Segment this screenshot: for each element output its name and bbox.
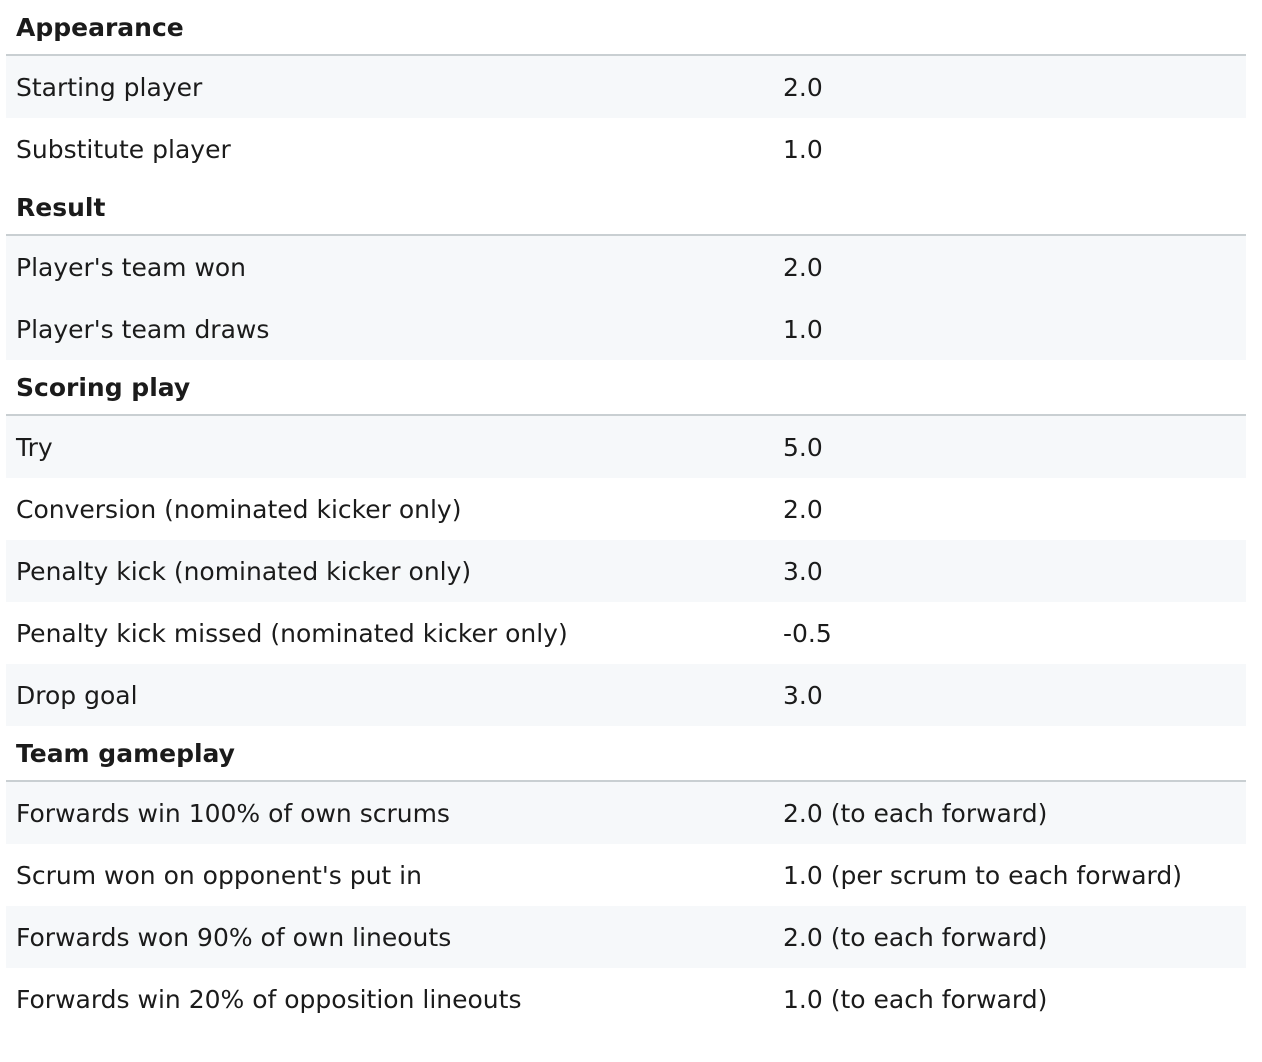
row-points: 1.0	[783, 134, 823, 164]
row-points: -0.5	[783, 618, 832, 648]
table-row: Forwards win 20% of opposition lineouts …	[6, 968, 1246, 1030]
row-label: Starting player	[6, 55, 783, 118]
row-points: 5.0	[783, 415, 1246, 478]
row-label: Forwards win 100% of own scrums	[6, 781, 783, 844]
section-header-team-gameplay: Team gameplay	[6, 726, 1246, 782]
section-header-result: Result	[6, 180, 1246, 236]
row-points: 1.0 (to each forward)	[783, 984, 1048, 1014]
row-points: 2.0	[783, 235, 1246, 298]
table-row: Conversion (nominated kicker only) 2.0	[6, 478, 1246, 540]
row-label: Player's team won	[6, 235, 783, 298]
row-points: 3.0	[783, 540, 1246, 602]
table-row: Forwards win 100% of own scrums 2.0 (to …	[6, 781, 1246, 844]
row-label: Substitute player	[16, 134, 231, 164]
row-points: 2.0 (to each forward)	[783, 906, 1246, 968]
row-points: 3.0	[783, 664, 1246, 726]
row-label: Conversion (nominated kicker only)	[16, 494, 462, 524]
row-label: Player's team draws	[6, 298, 783, 360]
row-label: Penalty kick (nominated kicker only)	[6, 540, 783, 602]
row-label: Try	[6, 415, 783, 478]
table-row: Scrum won on opponent's put in 1.0 (per …	[6, 844, 1246, 906]
section-title: Scoring play	[6, 360, 1246, 416]
section-title: Appearance	[6, 0, 1246, 56]
row-label: Drop goal	[6, 664, 783, 726]
row-label: Forwards win 20% of opposition lineouts	[16, 984, 522, 1014]
section-header-appearance: Appearance	[6, 0, 1246, 56]
section-title: Result	[6, 180, 1246, 236]
row-points: 2.0 (to each forward)	[783, 781, 1246, 844]
table-row: Player's team won 2.0	[6, 235, 1246, 298]
row-points: 1.0 (per scrum to each forward)	[783, 860, 1183, 890]
row-label: Forwards won 90% of own lineouts	[6, 906, 783, 968]
row-points: 2.0	[783, 494, 823, 524]
row-label: Penalty kick missed (nominated kicker on…	[16, 618, 568, 648]
row-points: 1.0	[783, 298, 1246, 360]
table-row: Penalty kick missed (nominated kicker on…	[6, 602, 1246, 664]
row-points: 2.0	[783, 55, 1246, 118]
table-row: Forwards won 90% of own lineouts 2.0 (to…	[6, 906, 1246, 968]
table-row: Drop goal 3.0	[6, 664, 1246, 726]
table-row: Penalty kick (nominated kicker only) 3.0	[6, 540, 1246, 602]
table-row: Player's team draws 1.0	[6, 298, 1246, 360]
table-row: Try 5.0	[6, 415, 1246, 478]
row-label: Scrum won on opponent's put in	[16, 860, 422, 890]
table-row: Substitute player 1.0	[6, 118, 1246, 180]
scoring-table: Appearance Starting player 2.0 Substitut…	[6, 0, 1246, 1030]
section-header-scoring-play: Scoring play	[6, 360, 1246, 416]
table-row: Starting player 2.0	[6, 55, 1246, 118]
section-title: Team gameplay	[6, 726, 1246, 782]
